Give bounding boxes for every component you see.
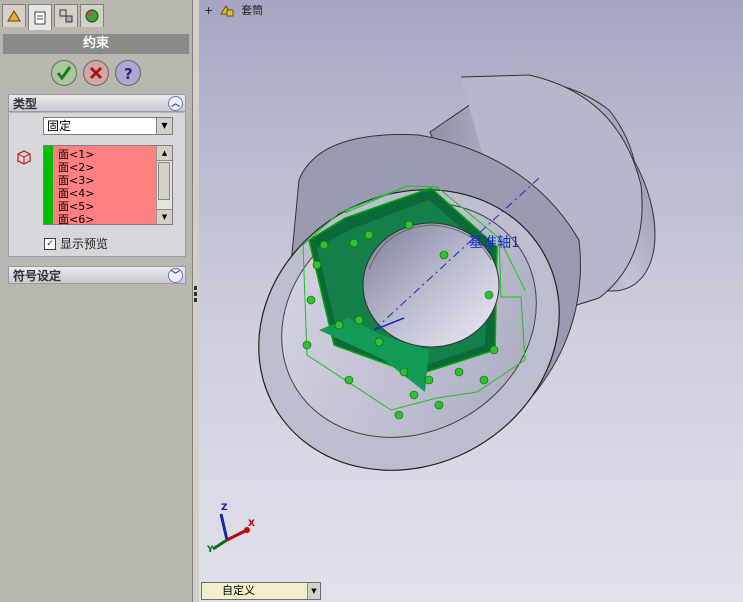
- datum-axis-label[interactable]: 基准轴1: [469, 232, 520, 252]
- list-item[interactable]: 面<1>: [58, 148, 94, 161]
- configuration-value: 自定义: [222, 584, 255, 597]
- checkmark-icon: [56, 66, 72, 81]
- type-group-body: 固定 ▼ 面<1> 面<2> 面<3> 面<4> 面<5> 面<6> ▲ ▼ ✓…: [8, 113, 186, 257]
- symbol-group-header[interactable]: 符号设定 ﹀: [8, 266, 186, 284]
- collapse-up-icon[interactable]: ︿: [168, 96, 183, 111]
- faces-listbox[interactable]: 面<1> 面<2> 面<3> 面<4> 面<5> 面<6> ▲ ▼: [43, 145, 173, 226]
- help-button[interactable]: ?: [115, 60, 141, 86]
- scroll-thumb[interactable]: [158, 162, 170, 200]
- feature-manager-icon: [7, 10, 21, 22]
- svg-text:?: ?: [124, 65, 133, 82]
- list-item[interactable]: 面<5>: [58, 200, 94, 213]
- triad-x-label: X: [248, 519, 255, 529]
- triad-y-label: Y: [207, 545, 214, 555]
- property-manager-tab[interactable]: [28, 4, 52, 30]
- faces-scrollbar[interactable]: ▲ ▼: [156, 146, 172, 224]
- selection-color-bar: [44, 146, 53, 224]
- ok-button[interactable]: [51, 60, 77, 86]
- type-group-header[interactable]: 类型 ︿: [8, 94, 186, 112]
- graphics-viewport[interactable]: + 套筒 基准轴1 Z X Y 自定义 ▼: [199, 0, 743, 602]
- property-manager-panel: 约束 ? 类型 ︿ 固定 ▼ 面<1> 面<2> 面<3> 面<4> 面<5> …: [0, 0, 193, 602]
- show-preview-option[interactable]: ✓ 显示预览: [44, 235, 108, 252]
- list-item[interactable]: 面<3>: [58, 174, 94, 187]
- face-selection-icon: [17, 150, 31, 165]
- scroll-up-icon[interactable]: ▲: [157, 146, 172, 161]
- model-view: [212, 74, 656, 551]
- feature-manager-tab[interactable]: [2, 4, 26, 27]
- type-group-title: 类型: [13, 97, 38, 111]
- expand-down-icon[interactable]: ﹀: [168, 268, 183, 283]
- close-icon: [89, 66, 103, 80]
- configuration-manager-icon: [59, 9, 73, 23]
- scroll-down-icon[interactable]: ▼: [157, 209, 172, 224]
- action-buttons: ?: [0, 60, 192, 86]
- coordinate-triad: [212, 513, 250, 551]
- list-item[interactable]: 面<6>: [58, 213, 94, 226]
- show-preview-label: 显示预览: [60, 237, 109, 251]
- constraint-type-value: 固定: [47, 119, 72, 133]
- configuration-select[interactable]: 自定义 ▼: [201, 582, 321, 600]
- appearance-tab[interactable]: [80, 4, 104, 27]
- list-item[interactable]: 面<2>: [58, 161, 94, 174]
- configuration-manager-tab[interactable]: [54, 4, 78, 27]
- show-preview-checkbox[interactable]: ✓: [44, 237, 56, 250]
- manager-tabs: [2, 4, 104, 30]
- panel-title: 约束: [3, 34, 189, 54]
- list-item[interactable]: 面<4>: [58, 187, 94, 200]
- constraint-type-select[interactable]: 固定 ▼: [43, 117, 173, 135]
- dropdown-arrow-icon[interactable]: ▼: [156, 118, 172, 134]
- appearance-icon: [85, 9, 99, 23]
- help-icon: ?: [124, 65, 133, 82]
- faces-list: 面<1> 面<2> 面<3> 面<4> 面<5> 面<6>: [58, 148, 94, 226]
- symbol-group-title: 符号设定: [13, 269, 62, 283]
- triad-z-label: Z: [221, 503, 228, 513]
- cancel-button[interactable]: [83, 60, 109, 86]
- property-manager-icon: [34, 11, 46, 24]
- dropdown-arrow-icon[interactable]: ▼: [307, 583, 320, 599]
